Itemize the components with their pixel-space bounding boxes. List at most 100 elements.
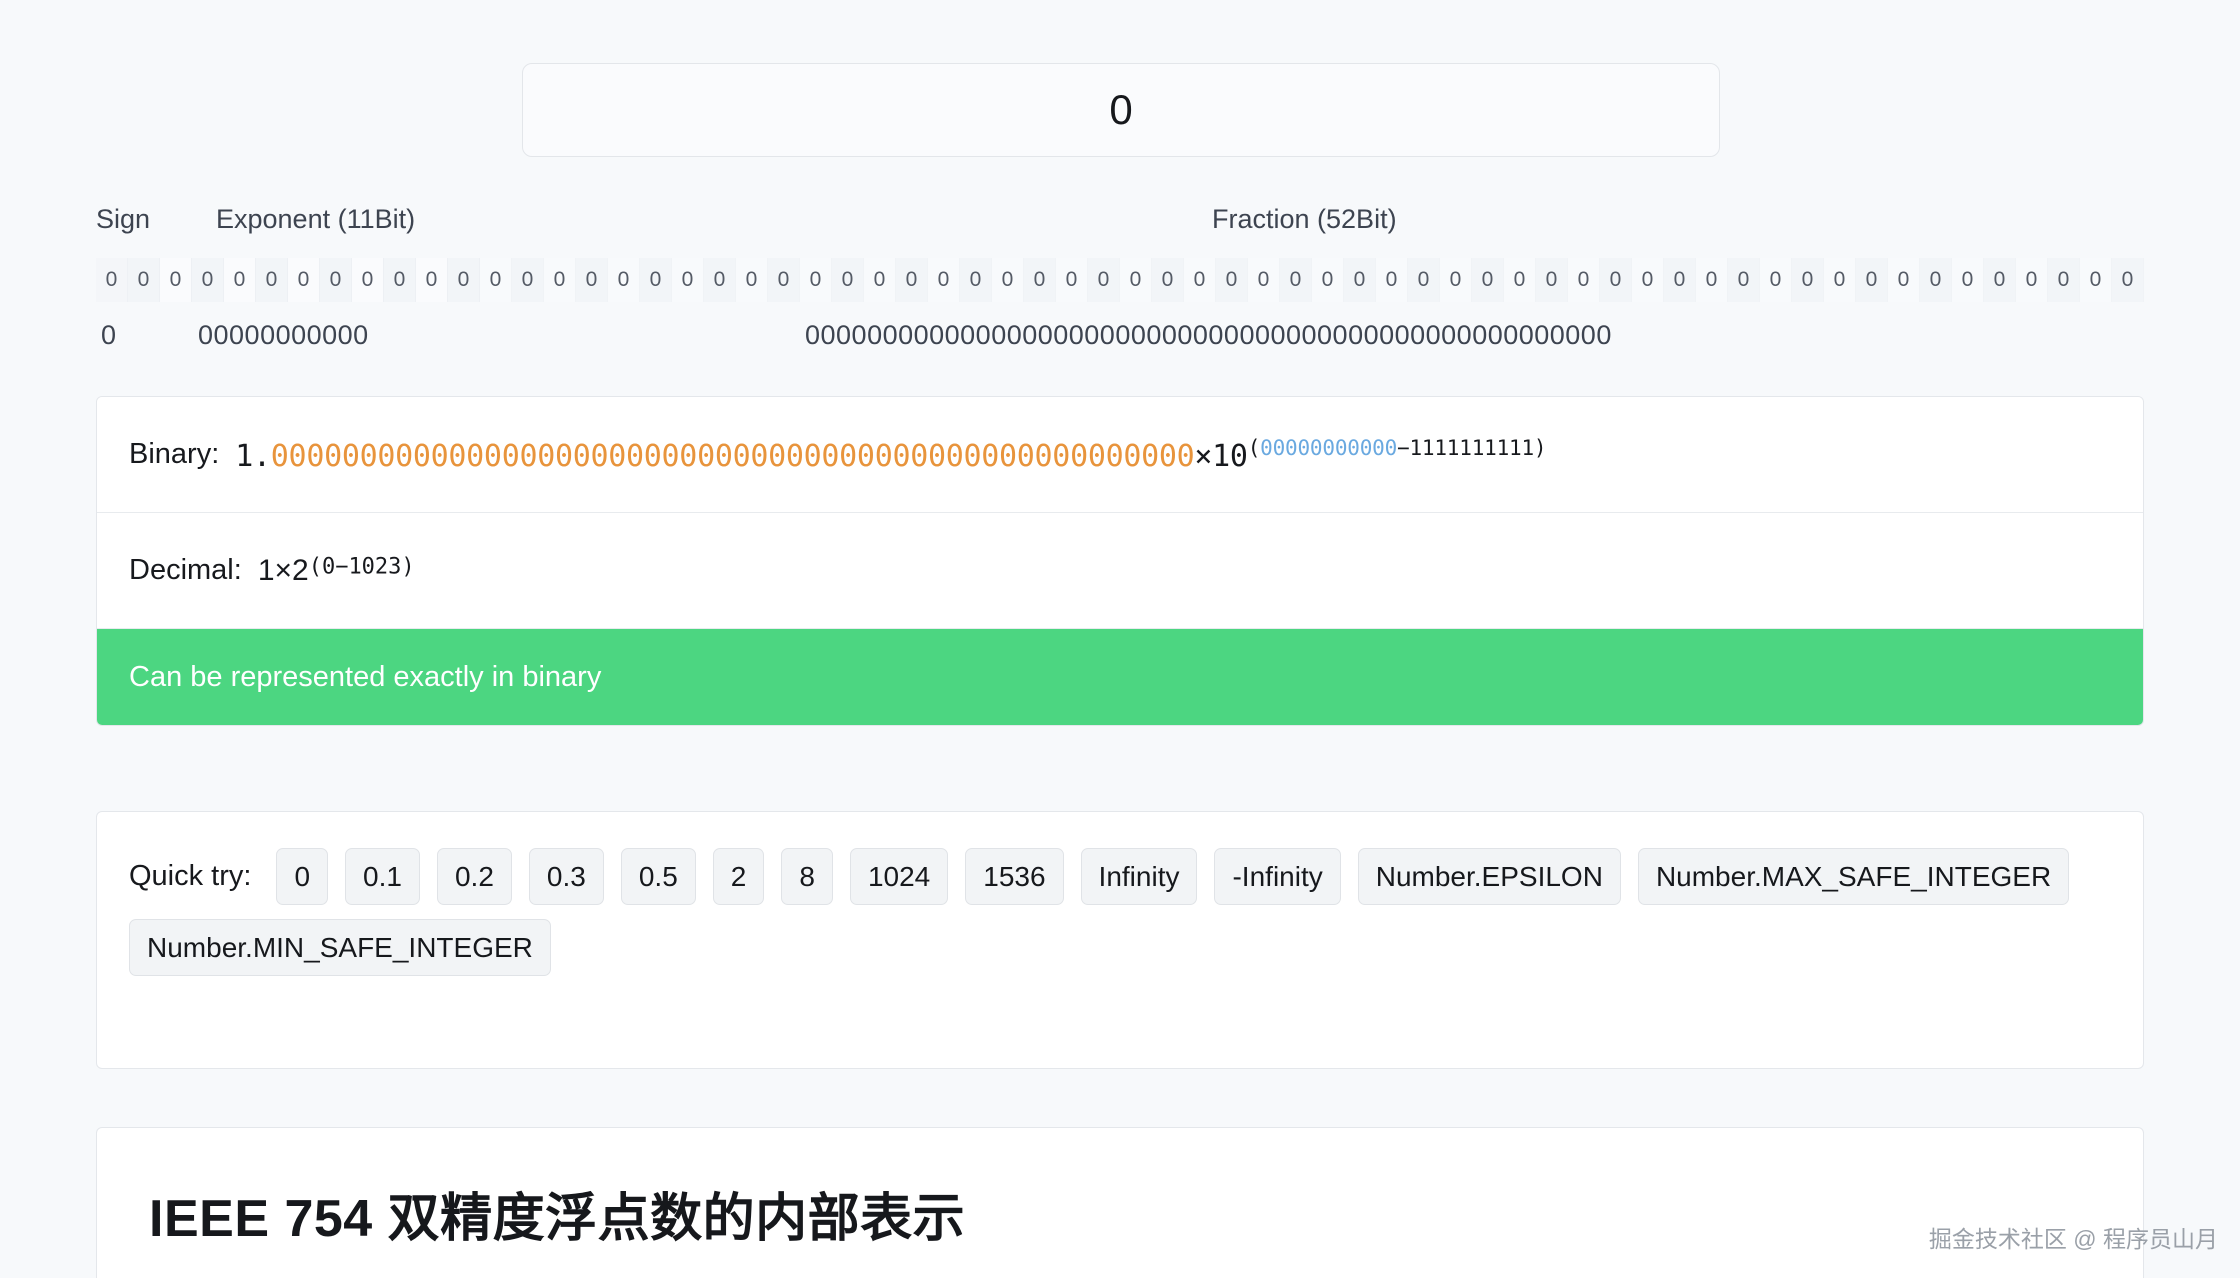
bit-cell-fraction[interactable]: 0 — [1024, 258, 1056, 302]
bit-cell-fraction[interactable]: 0 — [1888, 258, 1920, 302]
bit-cell-exponent[interactable]: 0 — [128, 258, 160, 302]
bit-cell-fraction[interactable]: 0 — [1792, 258, 1824, 302]
bit-cell-fraction[interactable]: 0 — [704, 258, 736, 302]
status-banner: Can be represented exactly in binary — [97, 629, 2143, 725]
decimal-row-label: Decimal: — [129, 554, 242, 586]
quick-try-label: Quick try: — [129, 860, 252, 893]
binary-row: Binary: 1.000000000000000000000000000000… — [97, 397, 2143, 513]
bit-cell-exponent[interactable]: 0 — [320, 258, 352, 302]
bit-cell-fraction[interactable]: 0 — [1248, 258, 1280, 302]
results-card: Binary: 1.000000000000000000000000000000… — [96, 396, 2144, 726]
bit-cell-fraction[interactable]: 0 — [1696, 258, 1728, 302]
bit-cell-fraction[interactable]: 0 — [1152, 258, 1184, 302]
bit-cell-fraction[interactable]: 0 — [960, 258, 992, 302]
bit-cell-exponent[interactable]: 0 — [448, 258, 480, 302]
bit-cell-fraction[interactable]: 0 — [2016, 258, 2048, 302]
bit-group-strings: 0 00000000000 00000000000000000000000000… — [0, 322, 2240, 362]
binary-lead: 1. — [235, 438, 271, 474]
quick-try-chip[interactable]: Number.MIN_SAFE_INTEGER — [129, 919, 551, 977]
bit-cell-fraction[interactable]: 0 — [1504, 258, 1536, 302]
quick-try-chip[interactable]: -Infinity — [1214, 848, 1341, 906]
bit-cell-fraction[interactable]: 0 — [1856, 258, 1888, 302]
bit-grid[interactable]: 0000000000000000000000000000000000000000… — [96, 258, 2144, 302]
bit-cell-fraction[interactable]: 0 — [2048, 258, 2080, 302]
bit-cell-fraction[interactable]: 0 — [2112, 258, 2144, 302]
bit-cell-fraction[interactable]: 0 — [1568, 258, 1600, 302]
bit-cell-fraction[interactable]: 0 — [1088, 258, 1120, 302]
bit-cell-fraction[interactable]: 0 — [992, 258, 1024, 302]
binary-exponent-value: 00000000000 — [1260, 435, 1398, 460]
quick-try-chip[interactable]: 1536 — [965, 848, 1064, 906]
bit-cell-fraction[interactable]: 0 — [1536, 258, 1568, 302]
bit-cell-fraction[interactable]: 0 — [1184, 258, 1216, 302]
bit-cell-exponent[interactable]: 0 — [192, 258, 224, 302]
quick-try-chip[interactable]: 0.3 — [528, 848, 604, 906]
bit-cell-fraction[interactable]: 0 — [1120, 258, 1152, 302]
bit-cell-fraction[interactable]: 0 — [1440, 258, 1472, 302]
quick-try-chip[interactable]: 0.2 — [436, 848, 512, 906]
bit-cell-fraction[interactable]: 0 — [1728, 258, 1760, 302]
bit-cell-fraction[interactable]: 0 — [1280, 258, 1312, 302]
bit-cell-fraction[interactable]: 0 — [1056, 258, 1088, 302]
bit-cell-fraction[interactable]: 0 — [1632, 258, 1664, 302]
decimal-row: Decimal: 1×2(0−1023) — [97, 513, 2143, 629]
bit-cell-fraction[interactable]: 0 — [1344, 258, 1376, 302]
bit-cell-fraction[interactable]: 0 — [928, 258, 960, 302]
bit-cell-fraction[interactable]: 0 — [832, 258, 864, 302]
bit-cell-fraction[interactable]: 0 — [736, 258, 768, 302]
quick-try-chip[interactable]: Number.EPSILON — [1357, 848, 1621, 906]
quick-try-panel: Quick try: 0 0.1 0.2 0.3 0.5 2 8 1024 1536 Infini… — [96, 811, 2144, 1069]
bit-cell-fraction[interactable]: 0 — [1984, 258, 2016, 302]
bit-cell-exponent[interactable]: 0 — [160, 258, 192, 302]
quick-try-chip[interactable]: Number.MAX_SAFE_INTEGER — [1637, 848, 2070, 906]
quick-try-chip[interactable]: 1024 — [849, 848, 949, 906]
bit-cell-exponent[interactable]: 0 — [416, 258, 448, 302]
bit-cell-fraction[interactable]: 0 — [672, 258, 704, 302]
number-input-wrapper[interactable]: 0 — [522, 63, 1720, 157]
quick-try-chip[interactable]: 8 — [781, 848, 833, 906]
binary-mantissa: 0000000000000000000000000000000000000000… — [270, 438, 1195, 474]
bit-cell-fraction[interactable]: 0 — [1408, 258, 1440, 302]
bit-cell-fraction[interactable]: 0 — [512, 258, 544, 302]
bit-cell-fraction[interactable]: 0 — [1760, 258, 1792, 302]
status-badge: Can be represented exactly in binary — [129, 660, 602, 693]
bit-cell-fraction[interactable]: 0 — [896, 258, 928, 302]
page-title: IEEE 754 双精度浮点数的内部表示 — [149, 1190, 966, 1248]
bit-cell-exponent[interactable]: 0 — [288, 258, 320, 302]
quick-try-chip[interactable]: 0 — [276, 848, 329, 906]
bit-cell-sign[interactable]: 0 — [96, 258, 128, 302]
sign-field-label: Sign — [96, 204, 151, 234]
bit-cell-fraction[interactable]: 0 — [1824, 258, 1856, 302]
bit-cell-fraction[interactable]: 0 — [864, 258, 896, 302]
bit-cell-fraction[interactable]: 0 — [2080, 258, 2112, 302]
bit-cell-exponent[interactable]: 0 — [352, 258, 384, 302]
sign-bits-text: 0 — [101, 320, 117, 350]
bit-cell-fraction[interactable]: 0 — [1952, 258, 1984, 302]
bit-cell-fraction[interactable]: 0 — [1664, 258, 1696, 302]
bit-cell-fraction[interactable]: 0 — [576, 258, 608, 302]
bit-cell-exponent[interactable]: 0 — [384, 258, 416, 302]
bit-cell-fraction[interactable]: 0 — [1920, 258, 1952, 302]
bit-cell-exponent[interactable]: 0 — [256, 258, 288, 302]
bit-cell-fraction[interactable]: 0 — [1312, 258, 1344, 302]
exponent-field-label: Exponent (11Bit) — [216, 204, 416, 234]
bit-cell-fraction[interactable]: 0 — [1216, 258, 1248, 302]
bit-cell-fraction[interactable]: 0 — [768, 258, 800, 302]
quick-try-chip[interactable]: Infinity — [1080, 848, 1198, 906]
bit-cell-fraction[interactable]: 0 — [480, 258, 512, 302]
binary-exponent-open: ( — [1247, 435, 1261, 460]
quick-try-chip[interactable]: 0.5 — [620, 848, 696, 906]
bit-cell-fraction[interactable]: 0 — [640, 258, 672, 302]
bit-cell-fraction[interactable]: 0 — [608, 258, 640, 302]
quick-try-chip[interactable]: 2 — [712, 848, 765, 906]
quick-try-chip[interactable]: 0.1 — [345, 848, 420, 906]
bit-cell-exponent[interactable]: 0 — [224, 258, 256, 302]
fraction-field-label: Fraction (52Bit) — [1212, 204, 1397, 234]
bit-cell-fraction[interactable]: 0 — [1376, 258, 1408, 302]
bit-cell-fraction[interactable]: 0 — [800, 258, 832, 302]
bit-cell-fraction[interactable]: 0 — [1600, 258, 1632, 302]
number-input[interactable]: 0 — [1109, 89, 1132, 131]
bit-cell-fraction[interactable]: 0 — [544, 258, 576, 302]
bit-cell-fraction[interactable]: 0 — [1472, 258, 1504, 302]
decimal-exponent: (0−1023) — [308, 554, 415, 580]
